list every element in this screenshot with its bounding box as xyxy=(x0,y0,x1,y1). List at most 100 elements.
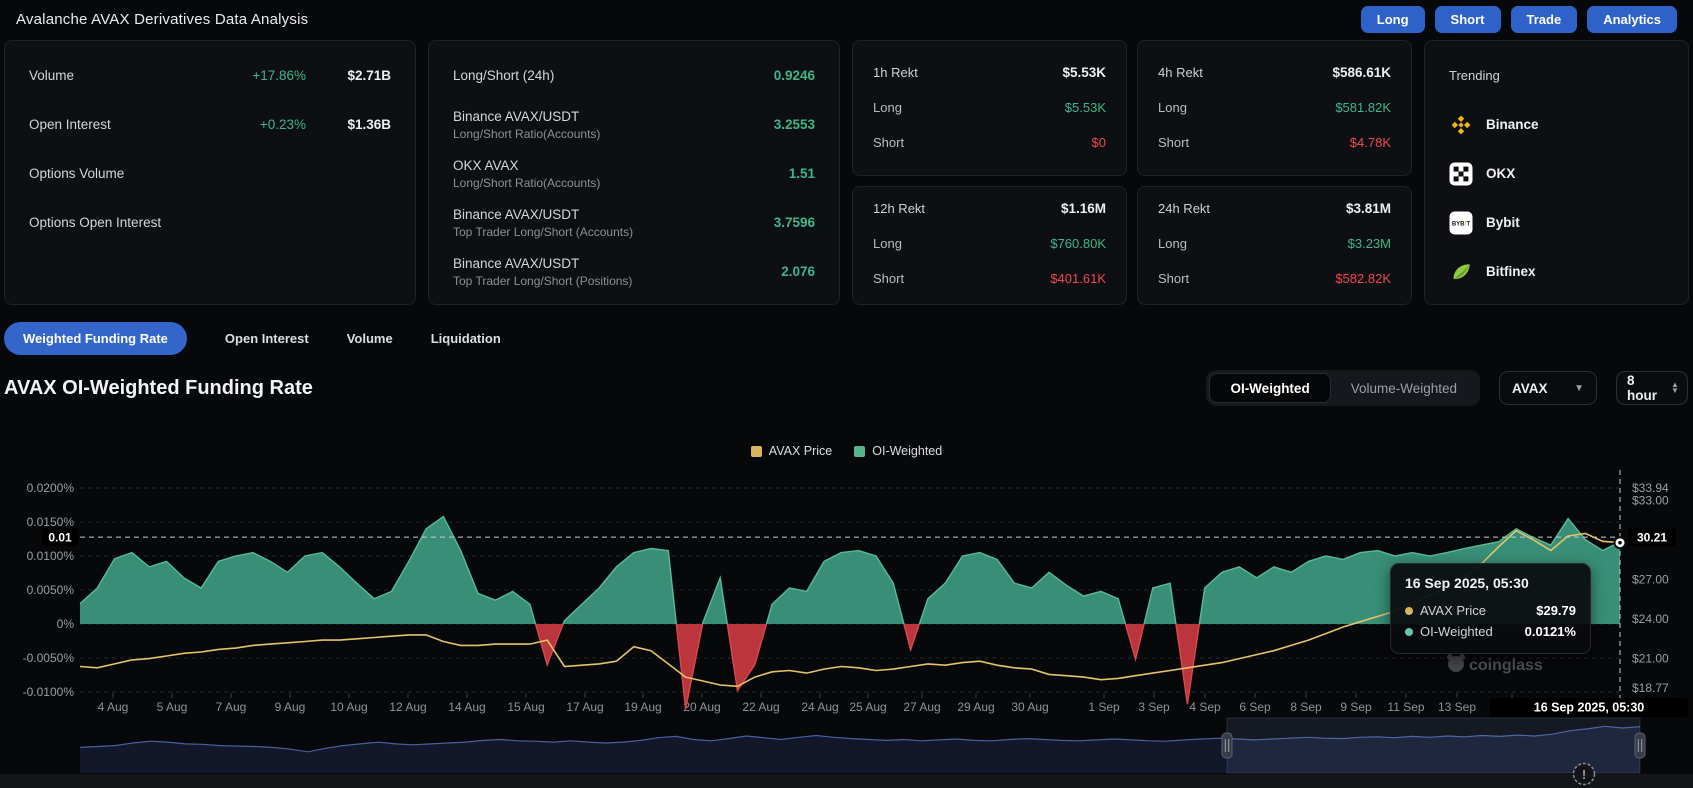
trending-item-binance[interactable]: Binance xyxy=(1449,100,1664,149)
rekt-title: 12h Rekt xyxy=(873,201,925,216)
legend-swatch-price xyxy=(751,446,762,457)
chart-title: AVAX OI-Weighted Funding Rate xyxy=(4,377,313,400)
interval-select[interactable]: 8 hour ▲▼ xyxy=(1616,371,1688,405)
symbol-select-value: AVAX xyxy=(1512,381,1548,396)
ratio-row: Binance AVAX/USDT Long/Short Ratio(Accou… xyxy=(453,100,815,149)
summary-cards: Volume +17.86% $2.71B Open Interest +0.2… xyxy=(4,40,1689,305)
svg-text:4 Sep: 4 Sep xyxy=(1189,700,1221,714)
svg-text:29 Aug: 29 Aug xyxy=(957,700,994,714)
rekt-card-12h: 12h Rekt$1.16M Long$760.80K Short$401.61… xyxy=(852,186,1127,305)
market-stats-card: Volume +17.86% $2.71B Open Interest +0.2… xyxy=(4,40,416,305)
rekt-short-value: $582.82K xyxy=(1335,271,1391,286)
tab-volume[interactable]: Volume xyxy=(347,331,393,346)
ratio-value: 3.2553 xyxy=(774,117,815,132)
trending-name: Bybit xyxy=(1486,215,1520,230)
svg-text:30 Aug: 30 Aug xyxy=(1011,700,1048,714)
stat-value: $1.36B xyxy=(306,117,391,132)
weighting-toggle: OI-Weighted Volume-Weighted xyxy=(1206,370,1480,406)
legend-label: AVAX Price xyxy=(769,444,832,458)
ratio-value: 0.9246 xyxy=(774,68,815,83)
rekt-title: 1h Rekt xyxy=(873,65,918,80)
rekt-card-24h: 24h Rekt$3.81M Long$3.23M Short$582.82K xyxy=(1137,186,1412,305)
chevron-down-icon: ▼ xyxy=(1574,383,1584,394)
legend-oi-weighted[interactable]: OI-Weighted xyxy=(854,444,942,458)
ratio-label: Binance AVAX/USDT xyxy=(453,109,600,124)
rekt-short-label: Short xyxy=(1158,135,1189,150)
svg-text:15 Aug: 15 Aug xyxy=(507,700,544,714)
ratio-label: Long/Short (24h) xyxy=(453,68,554,83)
interval-select-value: 8 hour xyxy=(1627,373,1657,403)
rekt-long-label: Long xyxy=(873,100,902,115)
tab-liquidation[interactable]: Liquidation xyxy=(431,331,501,346)
header-actions: Long Short Trade Analytics xyxy=(1361,6,1677,33)
trending-item-bybit[interactable]: BYB!T Bybit xyxy=(1449,198,1664,247)
stat-row-options-open-interest: Options Open Interest xyxy=(29,198,391,247)
svg-text:4 Aug: 4 Aug xyxy=(98,700,129,714)
svg-text:19 Aug: 19 Aug xyxy=(624,700,661,714)
toggle-volume-weighted[interactable]: Volume-Weighted xyxy=(1331,373,1477,403)
svg-text:7 Aug: 7 Aug xyxy=(216,700,247,714)
analytics-button[interactable]: Analytics xyxy=(1587,6,1677,33)
svg-text:24 Aug: 24 Aug xyxy=(801,700,838,714)
svg-text:8 Sep: 8 Sep xyxy=(1290,700,1322,714)
chart-tabs: Weighted Funding Rate Open Interest Volu… xyxy=(4,322,501,355)
trending-card: Trending Binance OKX BYB!T xyxy=(1424,40,1689,305)
svg-text:-0.0050%: -0.0050% xyxy=(23,651,75,665)
svg-text:0.0150%: 0.0150% xyxy=(27,515,75,529)
brush-handle-icon xyxy=(1635,733,1645,758)
short-button[interactable]: Short xyxy=(1435,6,1501,33)
svg-text:$18.77: $18.77 xyxy=(1632,681,1669,695)
page-title: Avalanche AVAX Derivatives Data Analysis xyxy=(16,11,308,28)
svg-text:$21.00: $21.00 xyxy=(1632,652,1669,666)
svg-text:14 Aug: 14 Aug xyxy=(448,700,485,714)
svg-text:10 Aug: 10 Aug xyxy=(330,700,367,714)
rekt-card-4h: 4h Rekt$586.61K Long$581.82K Short$4.78K xyxy=(1137,40,1412,176)
stat-label: Open Interest xyxy=(29,117,111,132)
chart-controls: OI-Weighted Volume-Weighted AVAX ▼ 8 hou… xyxy=(1206,370,1688,406)
rekt-title: 24h Rekt xyxy=(1158,201,1210,216)
bybit-icon: BYB!T xyxy=(1449,211,1473,235)
svg-text:0.01: 0.01 xyxy=(48,531,72,545)
svg-text:9 Sep: 9 Sep xyxy=(1340,700,1372,714)
toggle-oi-weighted[interactable]: OI-Weighted xyxy=(1209,373,1330,403)
stat-label: Options Volume xyxy=(29,166,124,181)
stat-label: Options Open Interest xyxy=(29,215,161,230)
trending-item-okx[interactable]: OKX xyxy=(1449,149,1664,198)
svg-text:11 Sep: 11 Sep xyxy=(1387,700,1424,714)
rekt-short-value: $401.61K xyxy=(1050,271,1106,286)
trending-name: OKX xyxy=(1486,166,1515,181)
tab-weighted-funding-rate[interactable]: Weighted Funding Rate xyxy=(4,322,187,355)
svg-text:20 Aug: 20 Aug xyxy=(683,700,720,714)
okx-icon xyxy=(1449,162,1473,186)
stat-row-open-interest: Open Interest +0.23% $1.36B xyxy=(29,100,391,149)
rekt-long-label: Long xyxy=(1158,236,1187,251)
stat-change: +0.23% xyxy=(186,117,306,132)
rekt-total: $1.16M xyxy=(1061,201,1106,216)
ratio-row: Binance AVAX/USDT Top Trader Long/Short … xyxy=(453,198,815,247)
ratio-value: 2.076 xyxy=(781,264,815,279)
ratio-row: OKX AVAX Long/Short Ratio(Accounts) 1.51 xyxy=(453,149,815,198)
legend-avax-price[interactable]: AVAX Price xyxy=(751,444,832,458)
tab-open-interest[interactable]: Open Interest xyxy=(225,331,309,346)
bitfinex-icon xyxy=(1449,260,1473,284)
ratio-row: Long/Short (24h) 0.9246 xyxy=(453,51,815,100)
trade-button[interactable]: Trade xyxy=(1511,6,1578,33)
trending-item-bitfinex[interactable]: Bitfinex xyxy=(1449,247,1664,296)
ratio-sublabel: Long/Short Ratio(Accounts) xyxy=(453,127,600,141)
rekt-cards-grid: 1h Rekt$5.53K Long$5.53K Short$0 4h Rekt… xyxy=(852,40,1412,305)
funding-rate-chart[interactable]: 0.0200%0.0150%0.0100%0.0050%0%-0.0050%-0… xyxy=(0,440,1693,788)
svg-text:5 Aug: 5 Aug xyxy=(157,700,188,714)
rekt-long-label: Long xyxy=(873,236,902,251)
ratio-label: Binance AVAX/USDT xyxy=(453,256,632,271)
svg-text:0%: 0% xyxy=(57,617,75,631)
page-header: Avalanche AVAX Derivatives Data Analysis… xyxy=(0,0,1693,38)
long-button[interactable]: Long xyxy=(1361,6,1425,33)
rekt-long-value: $3.23M xyxy=(1348,236,1391,251)
ratio-label: OKX AVAX xyxy=(453,158,600,173)
symbol-select[interactable]: AVAX ▼ xyxy=(1499,371,1597,405)
svg-text:16 Sep 2025, 05:30: 16 Sep 2025, 05:30 xyxy=(1534,701,1645,715)
rekt-total: $3.81M xyxy=(1346,201,1391,216)
legend-swatch-oi xyxy=(854,446,865,457)
svg-text:27 Aug: 27 Aug xyxy=(903,700,940,714)
rekt-long-value: $760.80K xyxy=(1050,236,1106,251)
